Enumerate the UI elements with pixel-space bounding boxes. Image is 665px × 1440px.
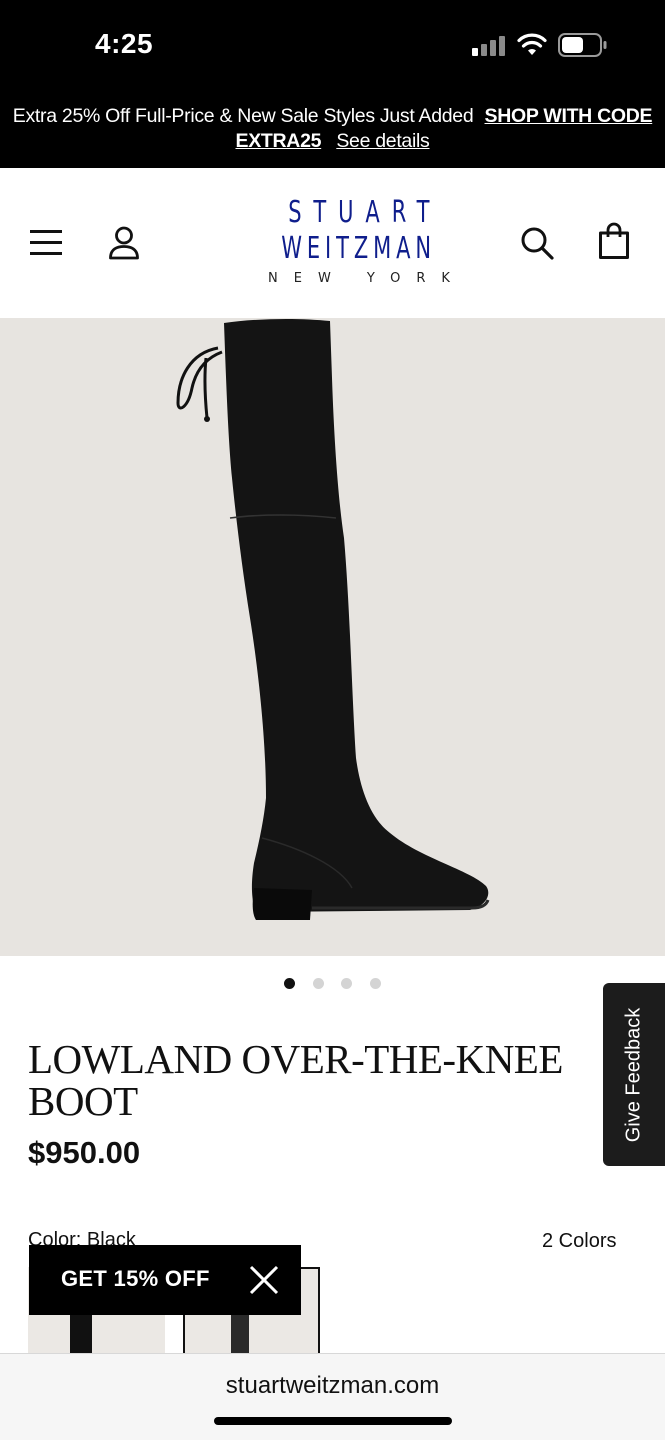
logo-line-1: STUART — [288, 195, 442, 230]
product-price: $950.00 — [28, 1135, 141, 1170]
discount-label: GET 15% OFF — [61, 1266, 210, 1291]
browser-url-bar[interactable]: stuartweitzman.com — [0, 1353, 665, 1440]
home-indicator[interactable] — [214, 1417, 452, 1425]
carousel-dot-1[interactable] — [284, 978, 296, 989]
promo-text: Extra 25% Off Full-Price & New Sale Styl… — [12, 105, 474, 127]
account-icon[interactable] — [108, 226, 140, 260]
carousel-dots — [0, 976, 665, 990]
product-title: LOWLAND OVER-THE-KNEE BOOT — [28, 1036, 563, 1124]
battery-icon — [558, 33, 607, 57]
give-feedback-button[interactable]: Give Feedback — [603, 983, 665, 1166]
brand-logo[interactable]: STUART WEITZMAN NEW YORK — [252, 195, 466, 290]
site-header: STUART WEITZMAN NEW YORK — [0, 168, 665, 318]
boot-illustration — [176, 318, 490, 920]
give-feedback-label: Give Feedback — [622, 1007, 645, 1142]
logo-line-3: NEW YORK — [268, 271, 466, 286]
signal-icon — [472, 34, 506, 56]
color-count: 2 Colors — [542, 1230, 617, 1252]
status-bar: 4:25 — [0, 0, 665, 90]
url-text[interactable]: stuartweitzman.com — [0, 1372, 665, 1400]
promo-details-link[interactable]: See details — [336, 130, 429, 152]
menu-icon[interactable] — [30, 228, 62, 256]
promo-banner: Extra 25% Off Full-Price & New Sale Styl… — [0, 90, 665, 168]
discount-popup[interactable]: GET 15% OFF — [29, 1245, 301, 1315]
logo-line-2: WEITZMAN — [281, 231, 437, 266]
product-image[interactable] — [0, 318, 665, 956]
wifi-icon — [517, 33, 547, 55]
carousel-dot-4[interactable] — [369, 978, 381, 989]
carousel-dot-2[interactable] — [312, 978, 324, 989]
bag-icon[interactable] — [598, 222, 630, 260]
close-icon[interactable] — [249, 1265, 279, 1295]
search-icon[interactable] — [520, 226, 554, 260]
carousel-dot-3[interactable] — [341, 978, 353, 989]
status-time: 4:25 — [95, 28, 154, 59]
